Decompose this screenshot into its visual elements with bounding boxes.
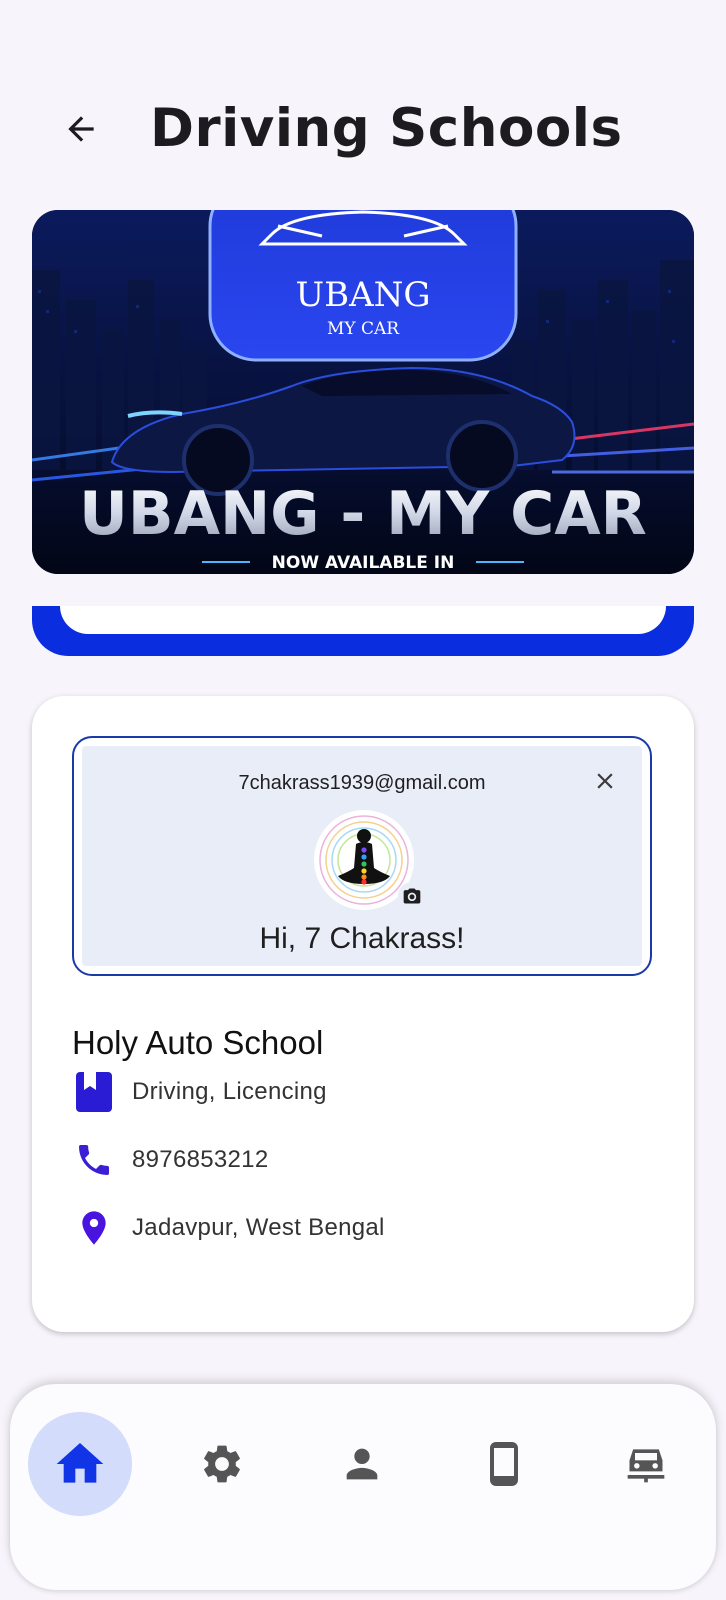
account-email: 7chakrass1939@gmail.com	[238, 772, 486, 794]
page-title: Driving Schools	[150, 98, 623, 159]
school-name: Holy Auto School	[72, 1024, 324, 1061]
phone-row[interactable]: 8976853212	[72, 1138, 268, 1182]
location-text: Jadavpur, West Bengal	[132, 1214, 385, 1241]
gear-icon	[204, 1445, 240, 1483]
camera-icon	[403, 888, 421, 904]
nav-car[interactable]	[594, 1412, 698, 1516]
banner-headline: UBANG - MY CAR	[79, 479, 647, 549]
nav-profile[interactable]	[310, 1412, 414, 1516]
location-pin-icon	[72, 1206, 116, 1250]
google-account-chip[interactable]: 7chakrass1939@gmail.com Hi, 7 Chakrass!	[72, 736, 652, 976]
phone-text: 8976853212	[132, 1146, 269, 1173]
home-icon	[56, 1443, 104, 1483]
banner-logo-line1: UBANG	[295, 275, 430, 315]
carousel-card-peek-inner	[60, 606, 666, 634]
school-card[interactable]: 7chakrass1939@gmail.com Hi, 7 Chakrass! …	[32, 696, 694, 1332]
phone-device-icon	[490, 1442, 518, 1486]
person-icon	[346, 1448, 378, 1480]
back-button[interactable]	[56, 104, 106, 154]
nav-settings[interactable]	[170, 1412, 274, 1516]
change-photo-button[interactable]	[398, 882, 426, 910]
car-icon	[627, 1449, 665, 1483]
carousel-card-peek[interactable]	[32, 606, 694, 656]
banner-subline: NOW AVAILABLE IN	[272, 553, 455, 573]
app-bar: Driving Schools	[0, 0, 726, 200]
location-row[interactable]: Jadavpur, West Bengal	[72, 1206, 385, 1250]
services-text: Driving, Licencing	[132, 1078, 327, 1105]
banner-artwork: UBANG MY CAR UBANG - MY CAR NOW AVAILABL…	[32, 210, 694, 574]
arrow-back-icon	[68, 116, 94, 142]
phone-icon	[72, 1138, 116, 1182]
nav-home[interactable]	[28, 1412, 132, 1516]
account-greeting: Hi, 7 Chakrass!	[259, 922, 465, 955]
close-icon	[597, 773, 613, 789]
nav-device[interactable]	[452, 1412, 556, 1516]
account-chip-body: 7chakrass1939@gmail.com Hi, 7 Chakrass!	[82, 746, 642, 966]
bottom-navigation-bar	[10, 1384, 716, 1590]
book-icon	[72, 1070, 116, 1114]
services-row: Driving, Licencing	[72, 1070, 327, 1114]
banner-logo-line2: MY CAR	[327, 319, 400, 339]
account-close-button[interactable]	[590, 766, 620, 796]
promo-banner[interactable]: UBANG MY CAR UBANG - MY CAR NOW AVAILABL…	[32, 210, 694, 574]
